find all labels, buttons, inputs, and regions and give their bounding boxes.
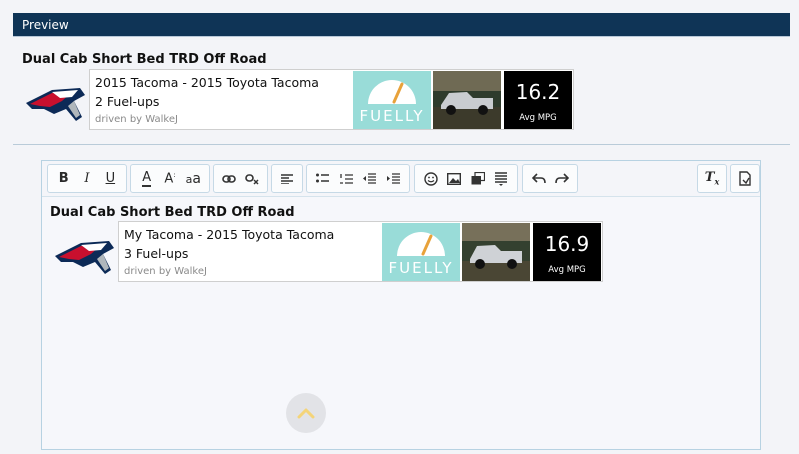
fuelly-logo: FUELLY — [353, 71, 431, 129]
smilie-icon[interactable] — [420, 168, 442, 190]
avg-mpg-label: Avg MPG — [519, 113, 557, 123]
bold-icon[interactable]: B — [53, 168, 74, 190]
toolbar-group-insert — [414, 164, 518, 193]
vehicle-name[interactable]: 2015 Tacoma - 2015 Toyota Tacoma — [95, 75, 319, 90]
toolbar-group-text-style: B I U — [47, 164, 127, 193]
editor-team-logo-image[interactable] — [51, 228, 117, 288]
font-family-icon[interactable]: aa — [183, 168, 204, 190]
media-icon[interactable] — [467, 168, 489, 190]
preview-title: Preview — [22, 18, 69, 32]
toolbar-group-lists — [306, 164, 410, 193]
toolbar-group-font: A A: aa — [130, 164, 210, 193]
editor-fuelly-logo: FUELLY — [382, 223, 460, 281]
preview-header: Preview — [13, 13, 790, 37]
editor-avg-mpg-value: 16.9 — [544, 232, 590, 256]
undo-icon[interactable] — [528, 168, 549, 190]
remove-format-icon[interactable]: Tx — [703, 168, 721, 190]
indent-icon[interactable] — [383, 168, 405, 190]
unlink-icon[interactable] — [242, 168, 263, 190]
editor-avg-mpg-box: 16.9 Avg MPG — [533, 223, 601, 281]
toolbar-group-history — [522, 164, 578, 193]
bullet-list-icon[interactable] — [312, 168, 334, 190]
vehicle-photo — [433, 71, 501, 129]
image-icon[interactable] — [444, 168, 466, 190]
chevron-up-icon — [297, 408, 315, 419]
font-color-icon[interactable]: A — [136, 168, 157, 190]
signature-editor[interactable]: B I U A A: aa Tx Dual Cab Short Bed TRD … — [41, 160, 761, 450]
avg-mpg-box: 16.2 Avg MPG — [504, 71, 572, 129]
redo-icon[interactable] — [551, 168, 572, 190]
underline-icon[interactable]: U — [100, 168, 121, 190]
numbered-list-icon[interactable] — [336, 168, 358, 190]
editor-fuelups-count: 3 Fuel-ups — [124, 246, 189, 261]
signature-title: Dual Cab Short Bed TRD Off Road — [22, 52, 267, 67]
editor-gauge-icon — [397, 232, 445, 256]
align-icon[interactable] — [277, 168, 297, 190]
editor-toolbar: B I U A A: aa Tx — [42, 161, 760, 197]
gauge-icon — [368, 80, 416, 104]
toolbar-group-align — [271, 164, 303, 193]
insert-icon[interactable] — [491, 168, 513, 190]
editor-fuelly-brand-text: FUELLY — [388, 259, 454, 277]
link-icon[interactable] — [219, 168, 240, 190]
toolbar-group-toggle — [730, 164, 760, 193]
toolbar-group-link — [213, 164, 268, 193]
section-divider — [13, 144, 790, 145]
fuelly-signature-card[interactable]: 2015 Tacoma - 2015 Toyota Tacoma 2 Fuel-… — [89, 69, 574, 130]
toolbar-group-clear: Tx — [697, 164, 727, 193]
team-logo-image — [22, 75, 88, 135]
avg-mpg-value: 16.2 — [515, 80, 561, 104]
editor-vehicle-photo — [462, 223, 530, 281]
fuelups-count: 2 Fuel-ups — [95, 94, 160, 109]
fuelly-brand-text: FUELLY — [359, 107, 425, 125]
italic-icon[interactable]: I — [76, 168, 97, 190]
driver-name: driven by WalkeJ — [95, 114, 178, 125]
font-size-icon[interactable]: A: — [159, 168, 180, 190]
editor-fuelly-signature-card[interactable]: My Tacoma - 2015 Toyota Tacoma 3 Fuel-up… — [118, 221, 603, 282]
editor-avg-mpg-label: Avg MPG — [548, 265, 586, 275]
editor-driver-name: driven by WalkeJ — [124, 266, 207, 277]
outdent-icon[interactable] — [359, 168, 381, 190]
scroll-to-top-button[interactable] — [286, 393, 326, 433]
editor-signature-title[interactable]: Dual Cab Short Bed TRD Off Road — [50, 205, 295, 220]
toggle-bbcode-icon[interactable] — [736, 168, 754, 190]
editor-vehicle-name[interactable]: My Tacoma - 2015 Toyota Tacoma — [124, 227, 334, 242]
